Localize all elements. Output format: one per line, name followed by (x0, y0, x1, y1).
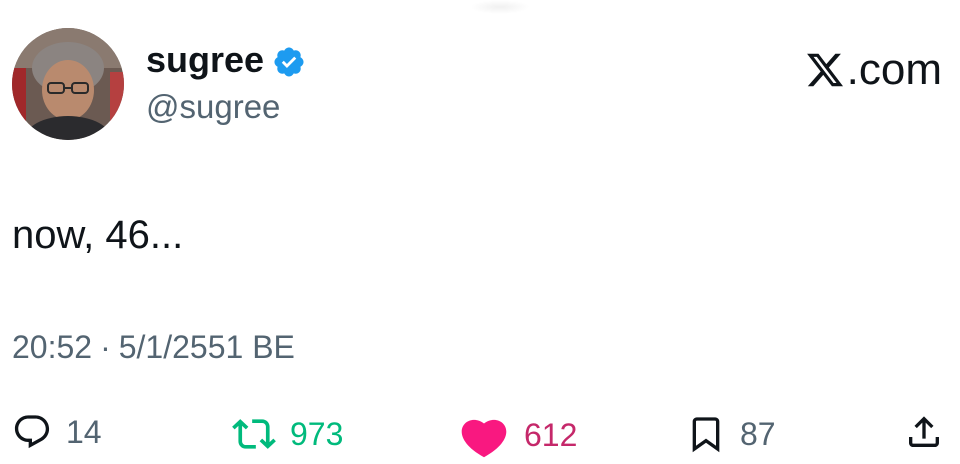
user-handle[interactable]: @sugree (146, 88, 280, 126)
action-bar: 14 973 612 87 (0, 404, 960, 464)
verified-badge-icon (274, 47, 304, 77)
bookmark-icon (692, 417, 720, 453)
tweet-text: now, 46... (12, 213, 184, 257)
timestamp-date: 5/1/2551 BE (118, 329, 295, 365)
reply-count: 14 (66, 414, 102, 450)
user-avatar-photo (12, 28, 124, 140)
retweet-icon (232, 419, 276, 449)
brand-watermark: .com (805, 46, 942, 94)
timestamp-separator: · (100, 329, 111, 365)
reply-button[interactable]: 14 (12, 412, 102, 452)
like-button[interactable]: 612 (458, 412, 577, 458)
bookmark-button[interactable]: 87 (686, 412, 776, 456)
brand-suffix: .com (846, 45, 942, 94)
share-button[interactable] (904, 412, 944, 452)
top-smudge (470, 0, 530, 14)
display-name-row: sugree (146, 40, 306, 80)
like-count: 612 (524, 417, 578, 453)
heart-icon (461, 419, 507, 458)
tweet-timestamp[interactable]: 20:52 · 5/1/2551 BE (12, 328, 295, 366)
retweet-button[interactable]: 973 (232, 412, 343, 456)
bookmark-count: 87 (740, 416, 776, 452)
display-name[interactable]: sugree (146, 40, 264, 80)
share-icon (909, 416, 939, 447)
avatar[interactable] (12, 28, 124, 140)
x-logo-icon (806, 53, 843, 87)
reply-icon (14, 415, 50, 449)
timestamp-time: 20:52 (12, 329, 93, 365)
retweet-count: 973 (290, 416, 344, 452)
